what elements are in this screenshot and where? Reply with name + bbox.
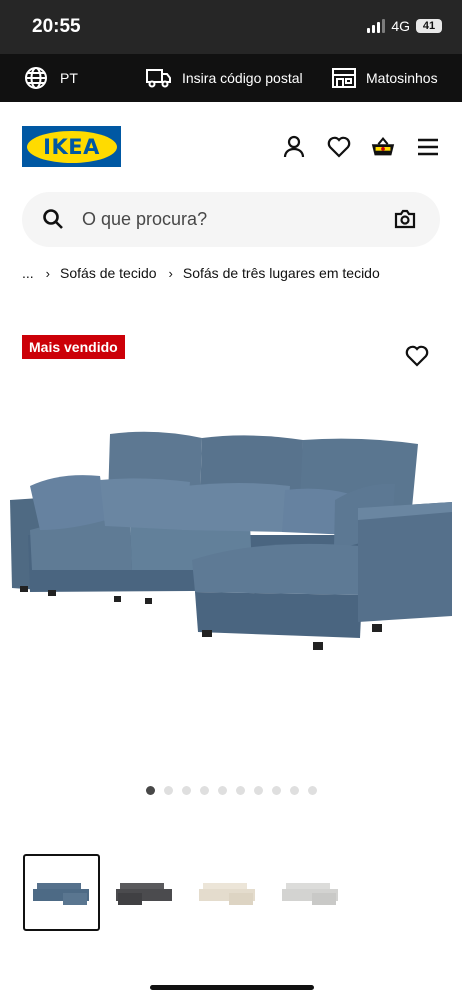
carousel-dot[interactable] [236, 786, 245, 795]
chevron-right-icon: › [45, 265, 51, 281]
carousel-dot[interactable] [272, 786, 281, 795]
top-info-bar: PT Insira código postal Matosinhos [0, 54, 462, 102]
carousel-dot[interactable] [218, 786, 227, 795]
carousel-dot[interactable] [200, 786, 209, 795]
carousel-dots [0, 786, 462, 796]
heart-icon[interactable] [326, 134, 352, 160]
sofa-thumbnail-image [115, 882, 172, 905]
carousel-dot[interactable] [164, 786, 173, 795]
search-placeholder: O que procura? [82, 209, 208, 229]
breadcrumb: ... › Sofás de tecido › Sofás de três lu… [22, 265, 380, 281]
ikea-logo[interactable]: IKEA [22, 126, 121, 167]
chevron-right-icon: › [168, 265, 173, 281]
carousel-dot[interactable] [146, 786, 155, 795]
sofa-thumbnail-image [32, 882, 89, 905]
carousel-dot[interactable] [182, 786, 191, 795]
search-bar[interactable]: O que procura? [22, 192, 440, 247]
language-selector[interactable]: PT [24, 54, 78, 102]
header: IKEA [0, 102, 462, 192]
battery-level: 41 [422, 20, 436, 32]
globe-icon [25, 67, 47, 89]
bestseller-badge: Mais vendido [22, 335, 125, 359]
truck-icon [146, 69, 171, 88]
status-time: 20:55 [32, 16, 81, 37]
carousel-dot[interactable] [254, 786, 263, 795]
favourite-heart-icon[interactable] [405, 345, 429, 367]
breadcrumb-item[interactable]: Sofás de três lugares em tecido [183, 265, 380, 281]
user-icon[interactable] [281, 134, 307, 160]
home-indicator[interactable] [150, 985, 314, 990]
menu-icon[interactable] [415, 134, 441, 160]
language-label: PT [60, 70, 78, 86]
status-bar: 20:55 4G 41 [0, 0, 462, 54]
breadcrumb-ellipsis[interactable]: ... [22, 265, 34, 281]
thumbnail-dark-grey-sofa[interactable] [106, 854, 183, 931]
logo-oval: IKEA [26, 130, 117, 163]
basket-icon[interactable] [370, 134, 396, 160]
signal-icon [367, 19, 386, 33]
sofa-thumbnail-image [281, 882, 338, 905]
status-indicators: 4G 41 [367, 18, 442, 34]
camera-icon[interactable] [394, 209, 416, 229]
store-selector[interactable]: Matosinhos [332, 54, 438, 102]
carousel-dot[interactable] [290, 786, 299, 795]
thumbnail-light-grey-sofa[interactable] [272, 854, 349, 931]
carousel-dot[interactable] [308, 786, 317, 795]
sofa-thumbnail-image [198, 882, 255, 905]
postal-code-button[interactable]: Insira código postal [146, 54, 303, 102]
logo-text: IKEA [43, 134, 100, 159]
breadcrumb-item[interactable]: Sofás de tecido [60, 265, 157, 281]
battery-icon: 41 [416, 19, 442, 33]
store-icon [332, 68, 356, 88]
thumbnail-beige-sofa[interactable] [189, 854, 266, 931]
product-image[interactable] [0, 420, 462, 660]
thumbnail-blue-sofa[interactable] [23, 854, 100, 931]
network-label: 4G [391, 18, 410, 34]
store-label: Matosinhos [366, 70, 438, 86]
search-icon [43, 209, 63, 229]
postal-code-label: Insira código postal [182, 70, 303, 86]
